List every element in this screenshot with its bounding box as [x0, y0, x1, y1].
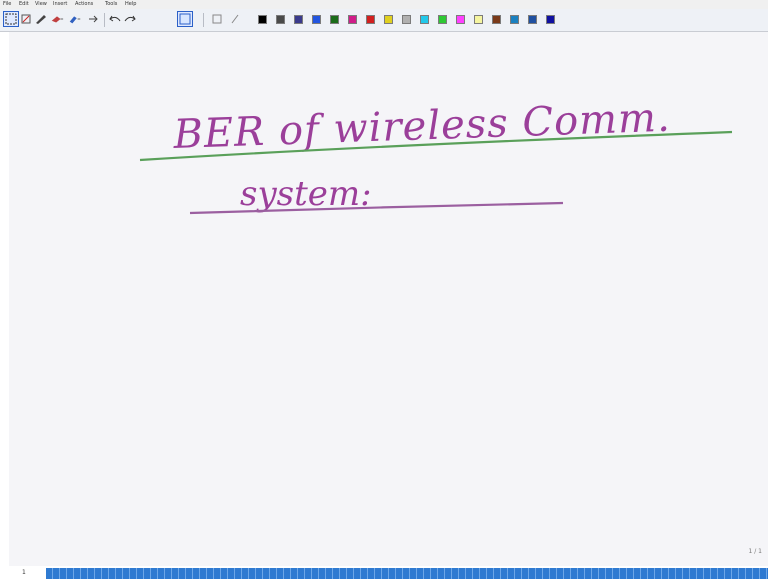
- heading-line-1: BER of wireless Comm.: [172, 95, 672, 158]
- handwriting-layer: BER of wireless Comm. system:: [139, 95, 733, 215]
- horizontal-scrollbar[interactable]: [46, 568, 768, 579]
- page-number: 1: [22, 569, 26, 576]
- status-bar: 1: [0, 566, 768, 581]
- page-indicator: 1 / 1: [748, 548, 762, 555]
- journal-window: File Edit View Insert Actions Tools Help: [0, 0, 768, 581]
